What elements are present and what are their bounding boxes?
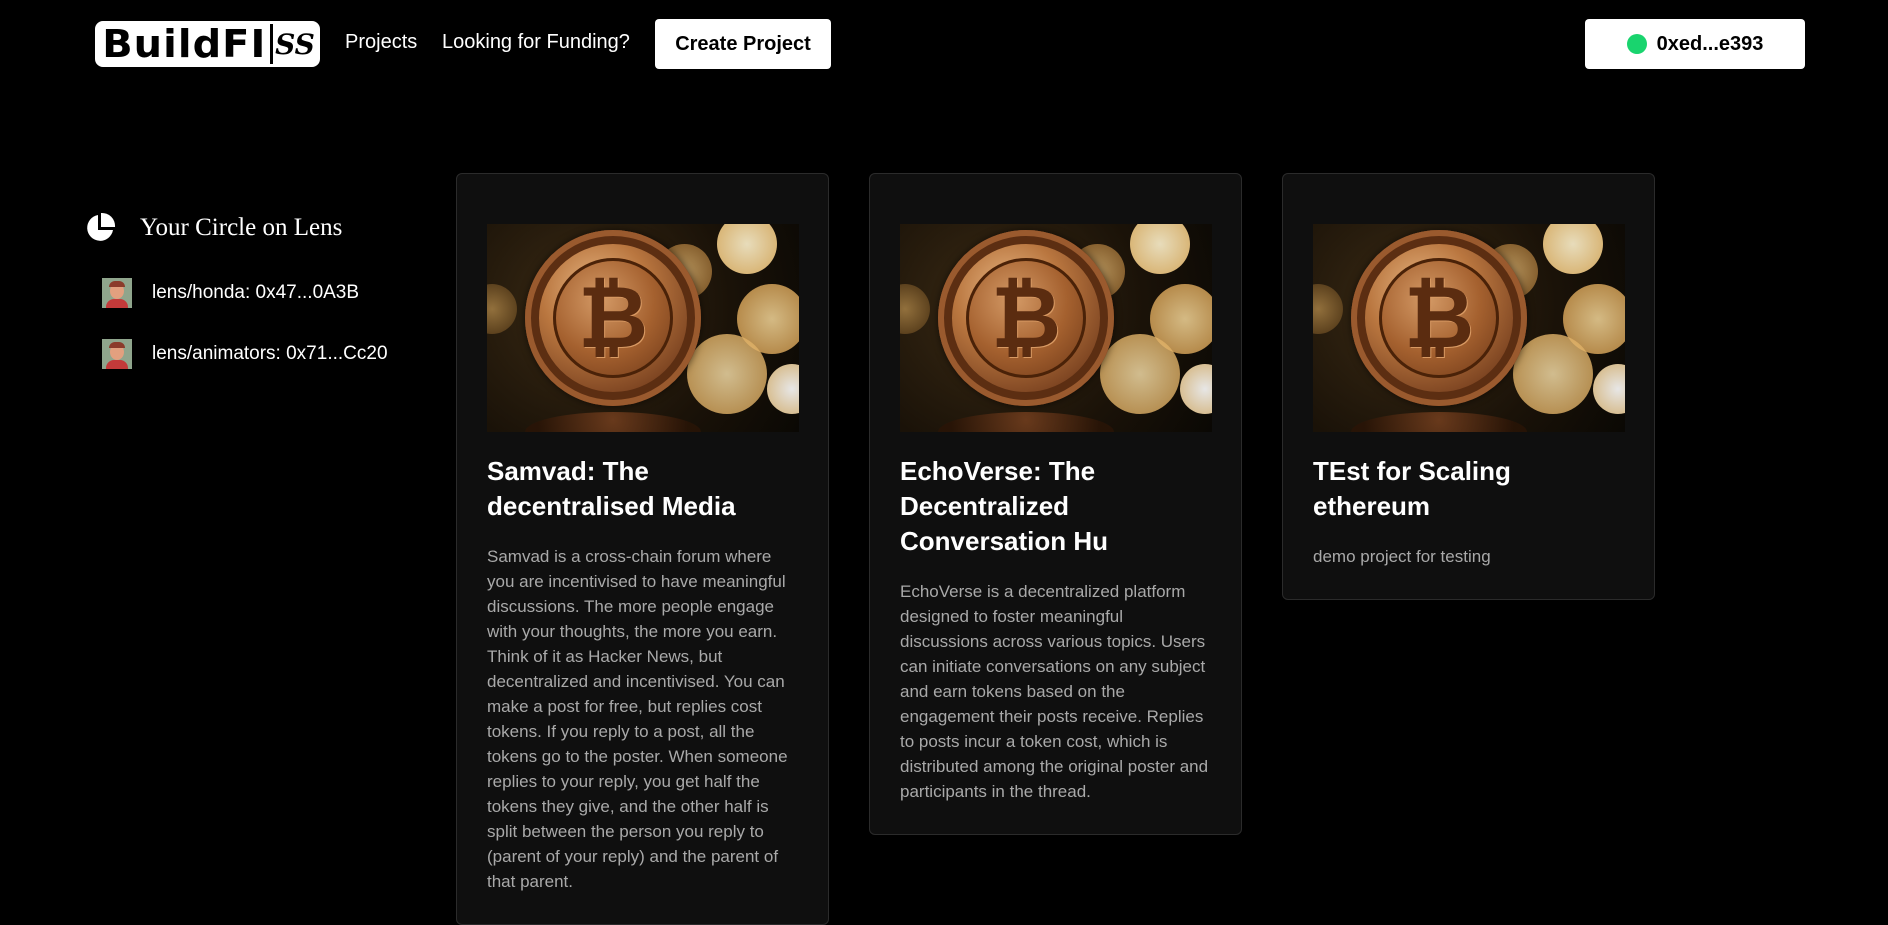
circle-item-label: lens/animators: 0x71...Cc20: [152, 343, 388, 364]
wallet-status-dot-icon: [1626, 34, 1647, 54]
project-title: TEst for Scaling ethereum: [1313, 456, 1511, 521]
circle-item[interactable]: lens/honda: 0x47...0A3B: [102, 278, 359, 308]
circle-item[interactable]: lens/animators: 0x71...Cc20: [102, 339, 388, 369]
bitcoin-image: ₿: [1313, 224, 1625, 432]
sidebar-title: Your Circle on Lens: [84, 212, 342, 244]
pie-chart-icon: [87, 212, 116, 241]
avatar-icon: [102, 339, 132, 369]
nav-looking-for-funding-link[interactable]: Looking for Funding?: [442, 31, 630, 54]
project-card[interactable]: ₿ EchoVerse: The Decentralized Conversat…: [869, 173, 1242, 835]
sidebar-title-text: Your Circle on Lens: [140, 214, 343, 241]
avatar-icon: [102, 278, 132, 308]
buildfi-logo[interactable]: BuildFI SS: [95, 21, 320, 67]
top-navbar: BuildFI SS Projects Looking for Funding?…: [0, 0, 1888, 88]
logo-wordmark: BuildFI: [102, 22, 267, 66]
bitcoin-image: ₿: [487, 224, 799, 432]
circle-item-label: lens/honda: 0x47...0A3B: [152, 282, 360, 303]
wallet-button[interactable]: 0xed...e393: [1585, 19, 1805, 69]
project-description: EchoVerse is a decentralized platform de…: [900, 582, 1209, 801]
project-card[interactable]: ₿ Samvad: The decentralised Media Samvad…: [456, 173, 829, 925]
create-project-button[interactable]: Create Project: [655, 19, 831, 69]
project-description: demo project for testing: [1313, 547, 1491, 566]
logo-suffix: SS: [270, 24, 317, 64]
project-title: Samvad: The decentralised Media: [487, 456, 736, 521]
bitcoin-image: ₿: [900, 224, 1212, 432]
project-title: EchoVerse: The Decentralized Conversatio…: [900, 456, 1109, 556]
project-description: Samvad is a cross-chain forum where you …: [487, 547, 788, 891]
nav-projects-link[interactable]: Projects: [345, 31, 417, 54]
project-card[interactable]: ₿ TEst for Scaling ethereum demo project…: [1282, 173, 1655, 600]
wallet-address: 0xed...e393: [1656, 32, 1764, 55]
